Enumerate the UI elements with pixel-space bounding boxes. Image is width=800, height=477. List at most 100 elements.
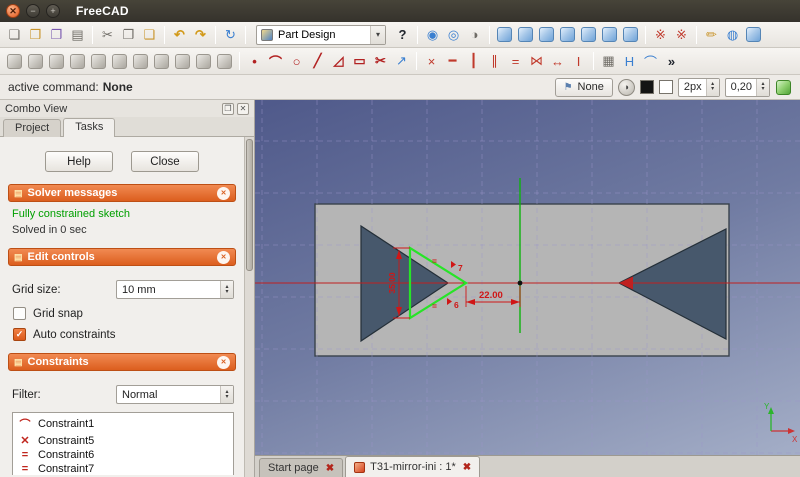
close-panel-icon[interactable]: ✕ <box>237 103 249 115</box>
edit-sketch-icon[interactable]: ✏ <box>702 25 721 44</box>
3d-view[interactable]: 35.00 = = 7 6 22.00 <box>255 100 800 455</box>
collapse-section-icon[interactable]: ✕ <box>217 356 230 369</box>
save-document-icon[interactable]: ❐ <box>47 25 66 44</box>
view-bottom-icon[interactable] <box>602 27 617 42</box>
constraints-header[interactable]: ▤ Constraints ✕ <box>8 353 236 371</box>
paste-icon[interactable]: ❑ <box>140 25 159 44</box>
view-right-icon[interactable] <box>560 27 575 42</box>
polar-pattern-icon[interactable] <box>196 54 211 69</box>
point-size-select[interactable]: 0,20 ▴▾ <box>725 78 770 97</box>
cut-icon[interactable]: ✂ <box>98 25 117 44</box>
view-isometric-icon[interactable] <box>497 27 512 42</box>
chevron-down-icon[interactable]: ▾ <box>370 26 385 44</box>
list-item[interactable]: ✕ Constraint5 <box>13 433 233 448</box>
panel-scrollbar[interactable] <box>244 137 254 477</box>
vertical-dimension-value[interactable]: 35.00 <box>387 272 397 294</box>
grid-size-select[interactable]: 10 mm ▴▾ <box>116 280 234 299</box>
equal-constraint-mark[interactable]: = <box>432 256 437 266</box>
list-item[interactable]: ⌒ Constraint1 <box>13 415 233 433</box>
collapse-section-icon[interactable]: ✕ <box>217 187 230 200</box>
toggle-snap-icon[interactable]: H <box>620 52 639 71</box>
select-constraints-icon[interactable]: ⌒ <box>641 52 660 71</box>
close-tab-icon[interactable]: ✖ <box>463 462 471 473</box>
view-axonometric-icon[interactable] <box>746 27 761 42</box>
create-line-icon[interactable]: ╱ <box>308 52 327 71</box>
document-tab[interactable]: T31-mirror-ini : 1* ✖ <box>345 456 480 477</box>
measure-angle-icon[interactable]: ※ <box>672 25 691 44</box>
create-point-icon[interactable]: • <box>245 52 264 71</box>
view-top-icon[interactable] <box>539 27 554 42</box>
close-button[interactable]: Close <box>131 151 199 172</box>
constrain-coincident-icon[interactable]: × <box>422 52 441 71</box>
sketch-canvas[interactable]: 35.00 = = 7 6 22.00 <box>255 100 800 455</box>
draft-icon[interactable] <box>133 54 148 69</box>
fillet-feature-icon[interactable] <box>91 54 106 69</box>
revolution-icon[interactable] <box>49 54 64 69</box>
undo-icon[interactable]: ↶ <box>170 25 189 44</box>
scrollbar-thumb[interactable] <box>246 139 253 271</box>
create-circle-icon[interactable]: ○ <box>287 52 306 71</box>
view-left-icon[interactable] <box>623 27 638 42</box>
tab-project[interactable]: Project <box>3 119 61 137</box>
pocket-icon[interactable] <box>28 54 43 69</box>
zoom-selection-icon[interactable]: ◎ <box>444 25 463 44</box>
auto-constraints-checkbox[interactable]: ✓ <box>13 328 26 341</box>
chamfer-icon[interactable] <box>112 54 127 69</box>
toggle-grid-icon[interactable]: ▦ <box>599 52 618 71</box>
appearance-icon[interactable]: ◑ <box>618 79 635 96</box>
grid-snap-checkbox[interactable] <box>13 307 26 320</box>
window-close-button[interactable]: ✕ <box>6 4 20 18</box>
draw-style-icon[interactable]: ◑ <box>465 25 484 44</box>
constrain-distance-icon[interactable]: ↔ <box>548 52 567 71</box>
navigation-cube-icon[interactable]: ◍ <box>723 25 742 44</box>
open-document-icon[interactable]: ❒ <box>26 25 45 44</box>
pad-icon[interactable] <box>7 54 22 69</box>
redo-icon[interactable]: ↷ <box>191 25 210 44</box>
help-button[interactable]: Help <box>45 151 113 172</box>
spinner-buttons[interactable]: ▴▾ <box>220 281 233 298</box>
create-arc-icon[interactable]: ⌒ <box>266 52 285 71</box>
face-color-swatch[interactable] <box>659 80 673 94</box>
autoconstraint-none-button[interactable]: ⚑ None <box>555 78 613 97</box>
view-front-icon[interactable] <box>518 27 533 42</box>
spinner-buttons[interactable]: ▴▾ <box>756 79 769 96</box>
horizontal-dimension-value[interactable]: 22.00 <box>479 290 503 301</box>
document-tab[interactable]: Start page ✖ <box>259 458 343 477</box>
create-rectangle-icon[interactable]: ▭ <box>350 52 369 71</box>
view-rear-icon[interactable] <box>581 27 596 42</box>
edit-controls-header[interactable]: ▤ Edit controls ✕ <box>8 248 236 266</box>
constraint-filter-select[interactable]: Normal ▴▾ <box>116 385 234 404</box>
zoom-fit-all-icon[interactable]: ◉ <box>423 25 442 44</box>
groove-icon[interactable] <box>70 54 85 69</box>
window-maximize-button[interactable]: + <box>46 4 60 18</box>
constrain-v-distance-icon[interactable]: I <box>569 52 588 71</box>
create-polyline-icon[interactable]: ◿ <box>329 52 348 71</box>
print-icon[interactable]: ▤ <box>68 25 87 44</box>
constrain-symmetric-icon[interactable]: ⋈ <box>527 52 546 71</box>
section-view-icon[interactable] <box>776 80 791 95</box>
line-color-swatch[interactable] <box>640 80 654 94</box>
solver-messages-header[interactable]: ▤ Solver messages ✕ <box>8 184 236 202</box>
constrain-parallel-icon[interactable]: ∥ <box>485 52 504 71</box>
equal-constraint-mark[interactable]: = <box>432 301 437 311</box>
close-tab-icon[interactable]: ✖ <box>326 463 334 474</box>
line-width-select[interactable]: 2px ▴▾ <box>678 78 720 97</box>
trim-edge-icon[interactable]: ✂ <box>371 52 390 71</box>
workbench-selector[interactable]: Part Design ▾ <box>256 25 386 45</box>
whats-this-icon[interactable]: ? <box>393 25 412 44</box>
multi-transform-icon[interactable] <box>217 54 232 69</box>
float-panel-icon[interactable]: ❐ <box>222 103 234 115</box>
toolbar-overflow-icon[interactable]: » <box>662 52 681 71</box>
copy-icon[interactable]: ❐ <box>119 25 138 44</box>
sketch-origin-point[interactable] <box>518 281 523 286</box>
mirrored-icon[interactable] <box>154 54 169 69</box>
linear-pattern-icon[interactable] <box>175 54 190 69</box>
new-document-icon[interactable]: ❏ <box>5 25 24 44</box>
constrain-vertical-icon[interactable]: ┃ <box>464 52 483 71</box>
constrain-horizontal-icon[interactable]: ━ <box>443 52 462 71</box>
tab-tasks[interactable]: Tasks <box>63 118 115 137</box>
spinner-buttons[interactable]: ▴▾ <box>706 79 719 96</box>
constrain-equal-icon[interactable]: = <box>506 52 525 71</box>
list-item[interactable]: = Constraint7 <box>13 462 233 475</box>
measure-distance-icon[interactable]: ※ <box>651 25 670 44</box>
